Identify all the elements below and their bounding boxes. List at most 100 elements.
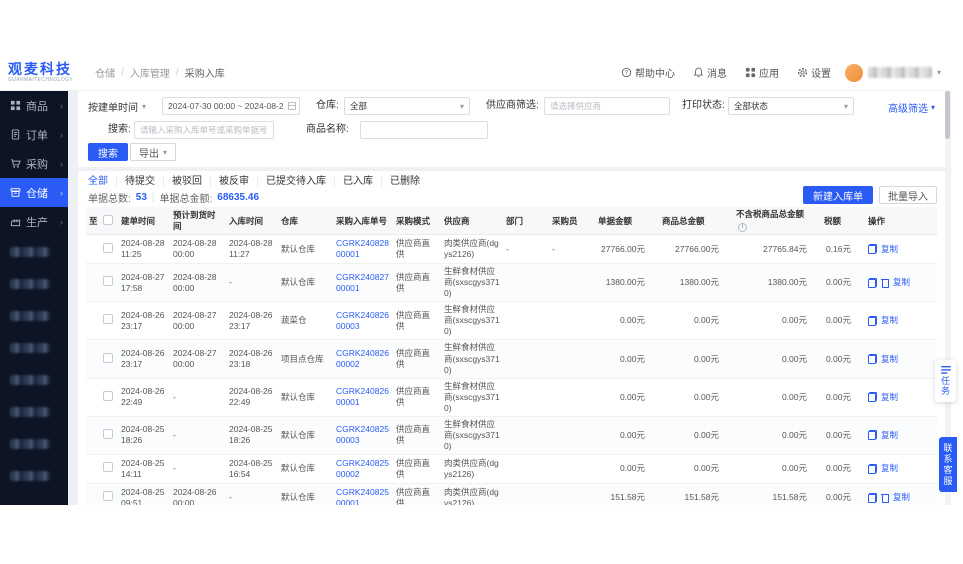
tab-2[interactable]: 被驳回: [163, 176, 210, 187]
batch-import-button[interactable]: 批量导入: [879, 186, 937, 204]
copy-link[interactable]: 复制: [881, 463, 898, 474]
copy-link[interactable]: 复制: [881, 244, 898, 255]
menu-item-label: 设置: [811, 65, 831, 80]
column-header-11: 不含税商品总金额: [733, 207, 821, 235]
order-no-link[interactable]: CGRK24082700001: [336, 272, 389, 293]
time-type-select[interactable]: 按建单时间: [88, 99, 146, 114]
new-stockin-button[interactable]: 新建入库单: [803, 186, 873, 204]
advanced-filter-link[interactable]: 高级筛选: [888, 100, 935, 115]
apps-icon: [745, 67, 756, 78]
row-checkbox[interactable]: [103, 353, 113, 363]
trash-icon[interactable]: [881, 278, 889, 288]
order-no-link[interactable]: CGRK24082500001: [336, 487, 389, 505]
topbar-gear-item[interactable]: 设置: [797, 65, 831, 80]
contact-service-tab[interactable]: 联系客服: [939, 437, 957, 492]
row-checkbox[interactable]: [103, 243, 113, 253]
select-all-checkbox[interactable]: [103, 215, 113, 225]
topbar-help-item[interactable]: ?帮助中心: [621, 65, 675, 80]
copy-icon[interactable]: [868, 464, 877, 474]
column-header-13: 操作: [865, 207, 937, 235]
row-checkbox[interactable]: [103, 462, 113, 472]
breadcrumb-item[interactable]: 入库管理: [130, 65, 170, 80]
warehouse-label: 仓库:: [316, 100, 339, 112]
cell-order-amount: 151.58元: [595, 483, 659, 505]
sidebar-item-redacted[interactable]: [0, 332, 68, 364]
sidebar-item-label: 订单: [26, 127, 48, 143]
account-menu[interactable]: [845, 64, 941, 82]
order-no-link[interactable]: CGRK24082500002: [336, 458, 389, 479]
tab-1[interactable]: 待提交: [116, 176, 163, 187]
sidebar-item-redacted[interactable]: [0, 300, 68, 332]
column-header-7: 部门: [503, 207, 549, 235]
order-no-link[interactable]: CGRK24082500003: [336, 424, 389, 445]
sidebar-item-goods[interactable]: 商品: [0, 91, 68, 120]
search-button[interactable]: 搜索: [88, 143, 128, 161]
date-range-input[interactable]: [162, 97, 300, 115]
row-checkbox[interactable]: [103, 491, 113, 501]
row-checkbox[interactable]: [103, 276, 113, 286]
tab-0[interactable]: 全部: [88, 176, 116, 187]
warehouse-select[interactable]: 全部: [344, 97, 470, 115]
copy-icon[interactable]: [868, 392, 877, 402]
supplier-filter-input[interactable]: [544, 97, 670, 115]
cell-goods-amount: 0.00元: [659, 302, 733, 340]
tab-3[interactable]: 被反审: [210, 176, 257, 187]
cell-created-time: 2024-08-26 22:49: [118, 378, 170, 416]
sidebar-item-redacted[interactable]: [0, 428, 68, 460]
copy-link[interactable]: 复制: [893, 277, 910, 288]
column-header-0: 建单时间: [118, 207, 170, 235]
cell-purchase-mode: 供应商直供: [393, 416, 441, 454]
main-content: 按建单时间 仓库: 全部 供应商筛选: 打印状态: 全部状态 高级筛选: [68, 91, 951, 505]
sidebar-item-production[interactable]: 生产: [0, 207, 68, 236]
cell-expected-time: -: [170, 416, 226, 454]
trash-icon[interactable]: [881, 493, 889, 503]
cell-operations: 复制: [865, 454, 937, 483]
sidebar-item-redacted[interactable]: [0, 268, 68, 300]
row-checkbox[interactable]: [103, 429, 113, 439]
cell-order-no: CGRK24082700001: [333, 264, 393, 302]
tab-6[interactable]: 已删除: [381, 176, 428, 187]
search-input[interactable]: [134, 121, 274, 139]
copy-link[interactable]: 复制: [881, 392, 898, 403]
order-no-link[interactable]: CGRK24082800001: [336, 238, 389, 259]
sidebar-item-redacted[interactable]: [0, 364, 68, 396]
cell-purchase-mode: 供应商直供: [393, 340, 441, 378]
row-checkbox[interactable]: [103, 314, 113, 324]
print-status-select[interactable]: 全部状态: [728, 97, 854, 115]
copy-icon[interactable]: [868, 316, 877, 326]
copy-icon[interactable]: [868, 278, 877, 288]
sidebar-item-redacted[interactable]: [0, 460, 68, 492]
copy-icon[interactable]: [868, 493, 877, 503]
row-checkbox[interactable]: [103, 391, 113, 401]
sidebar-item-order[interactable]: 订单: [0, 120, 68, 149]
order-no-link[interactable]: CGRK24082600002: [336, 348, 389, 369]
topbar-apps-item[interactable]: 应用: [745, 65, 779, 80]
copy-icon[interactable]: [868, 430, 877, 440]
breadcrumb-item[interactable]: 仓储: [95, 65, 115, 80]
order-no-link[interactable]: CGRK24082600001: [336, 386, 389, 407]
copy-link[interactable]: 复制: [881, 354, 898, 365]
copy-link[interactable]: 复制: [893, 492, 910, 503]
product-name-input[interactable]: [360, 121, 488, 139]
info-icon[interactable]: [738, 223, 747, 232]
sidebar-item-redacted[interactable]: [0, 396, 68, 428]
sidebar-item-redacted[interactable]: [0, 236, 68, 268]
copy-icon[interactable]: [868, 354, 877, 364]
tab-5[interactable]: 已入库: [334, 176, 381, 187]
logo[interactable]: 观麦科技 GUANMAITECHNOLOGY: [8, 62, 73, 83]
task-float-button[interactable]: 任务: [935, 360, 956, 402]
topbar-bell-item[interactable]: 消息: [693, 65, 727, 80]
copy-icon[interactable]: [868, 244, 877, 254]
redacted-label: [10, 439, 50, 449]
chevron-right-icon: [60, 217, 63, 227]
sidebar-item-warehouse[interactable]: 仓储: [0, 178, 68, 207]
help-icon: ?: [621, 67, 632, 78]
copy-link[interactable]: 复制: [881, 430, 898, 441]
export-button[interactable]: 导出: [130, 143, 176, 161]
sidebar-item-purchase[interactable]: 采购: [0, 149, 68, 178]
sidebar-item-label: 生产: [26, 214, 48, 230]
order-no-link[interactable]: CGRK24082600003: [336, 310, 389, 331]
scrollbar-thumb[interactable]: [945, 91, 950, 139]
tab-4[interactable]: 已提交待入库: [257, 176, 334, 187]
copy-link[interactable]: 复制: [881, 315, 898, 326]
